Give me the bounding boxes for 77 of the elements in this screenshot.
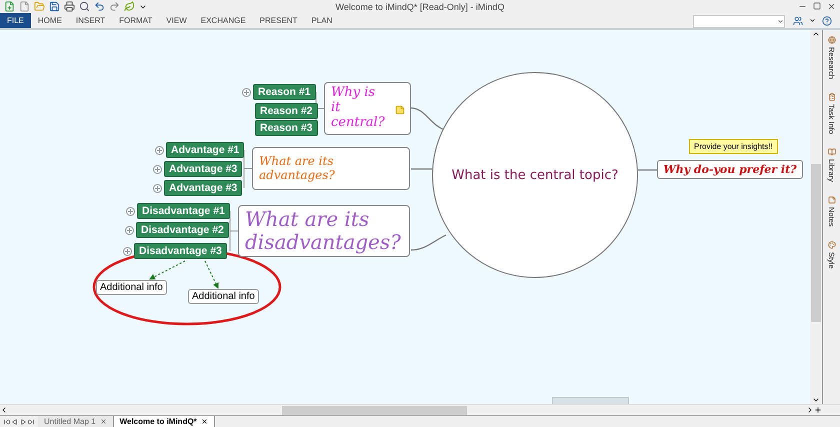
scroll-down-icon[interactable] (812, 396, 820, 404)
subtopic-node[interactable]: Disadvantage #3 (134, 243, 227, 259)
palette-icon (828, 240, 836, 249)
connector-line (410, 107, 446, 131)
expand-icon[interactable] (126, 207, 135, 216)
close-icon[interactable] (827, 2, 836, 11)
dotted-arrow (149, 260, 186, 280)
ribbon-tab[interactable]: PRESENT (252, 13, 304, 28)
next-icon[interactable] (20, 418, 26, 424)
callout-note[interactable]: Provide your insights!! (689, 139, 778, 154)
connector-line (411, 168, 432, 170)
document-tab[interactable]: Untitled Map 1 (38, 416, 114, 427)
scroll-right-icon[interactable] (806, 406, 814, 414)
subtopic-node[interactable]: Reason #2 (255, 103, 318, 119)
expand-icon[interactable] (153, 184, 162, 193)
expand-icon[interactable] (125, 226, 134, 235)
last-icon[interactable] (28, 418, 34, 424)
help-icon[interactable] (822, 16, 832, 26)
scroll-left-icon[interactable] (0, 406, 8, 414)
connector-line (410, 234, 446, 251)
note-icon (828, 196, 836, 204)
branch-label: Why is it central? (331, 86, 383, 131)
search-icon[interactable] (79, 1, 90, 12)
ribbon-tab[interactable]: EXCHANGE (194, 13, 253, 28)
scroll-up-icon[interactable] (812, 30, 820, 38)
subtopic-node[interactable]: Advantage #1 (166, 142, 244, 158)
ribbon-tab[interactable]: INSERT (68, 13, 112, 28)
people-icon[interactable] (793, 16, 803, 26)
expand-icon[interactable] (242, 88, 251, 97)
expand-icon[interactable] (123, 247, 132, 256)
ribbon-tab[interactable]: FILE (0, 13, 31, 28)
branch-label: What are its advantages? (259, 154, 336, 182)
tab-label: Untitled Map 1 (44, 417, 96, 426)
save-icon[interactable] (49, 1, 60, 12)
central-topic[interactable]: What is the central topic? (432, 72, 638, 278)
ribbon-tab[interactable]: VIEW (159, 13, 194, 28)
caret-icon[interactable] (809, 17, 816, 24)
subtopic-node[interactable]: Disadvantage #1 (137, 203, 230, 219)
leaf-icon[interactable] (124, 1, 135, 12)
detail-node[interactable]: Additional info (188, 289, 259, 304)
subtopic-node[interactable]: Reason #3 (255, 120, 318, 136)
add-icon[interactable] (814, 406, 822, 414)
subtopic-node[interactable]: Advantage #3 (164, 161, 242, 177)
ribbon-tab[interactable]: FORMAT (112, 13, 160, 28)
new-file-icon[interactable] (4, 1, 15, 12)
tab-label: Welcome to iMindQ* (120, 417, 197, 426)
previous-icon[interactable] (12, 418, 18, 424)
ribbon-tab[interactable]: PLAN (304, 13, 340, 28)
maximize-icon[interactable] (813, 2, 821, 10)
scrollbar-thumb[interactable] (811, 164, 821, 322)
bracket-line (244, 150, 252, 188)
expand-icon[interactable] (155, 146, 164, 155)
floating-topic[interactable]: Why do-you prefer it? (657, 160, 803, 179)
ribbon-tab[interactable]: HOME (30, 13, 69, 28)
globe-icon (828, 36, 836, 44)
bracket-line (230, 210, 238, 252)
undo-icon[interactable] (94, 1, 105, 12)
connector-line (638, 169, 657, 171)
document-tab[interactable]: Welcome to iMindQ* (114, 416, 215, 427)
subtopic-node[interactable]: Advantage #3 (164, 180, 242, 196)
subtopic-node[interactable]: Reason #1 (253, 84, 316, 100)
book-icon (828, 148, 836, 156)
print-icon[interactable] (64, 1, 75, 12)
expand-icon[interactable] (153, 165, 162, 174)
close-icon[interactable] (200, 418, 208, 425)
caret-icon[interactable] (777, 18, 784, 25)
scrollbar-thumb[interactable] (282, 406, 467, 414)
redo-icon[interactable] (109, 1, 120, 12)
window-title: Welcome to iMindQ* [Read-Only] - iMindQ (336, 2, 504, 12)
branch-topic[interactable]: Why is it central? (324, 82, 411, 135)
branch-label: What are its disadvantages? (245, 208, 402, 254)
dotted-arrow (204, 260, 219, 289)
first-icon[interactable] (4, 418, 10, 424)
detail-node[interactable]: Additional info (96, 280, 167, 295)
subtopic-node[interactable]: Disadvantage #2 (136, 222, 229, 238)
branch-topic[interactable]: What are its disadvantages? (238, 205, 410, 257)
clipboard-icon (828, 93, 836, 102)
